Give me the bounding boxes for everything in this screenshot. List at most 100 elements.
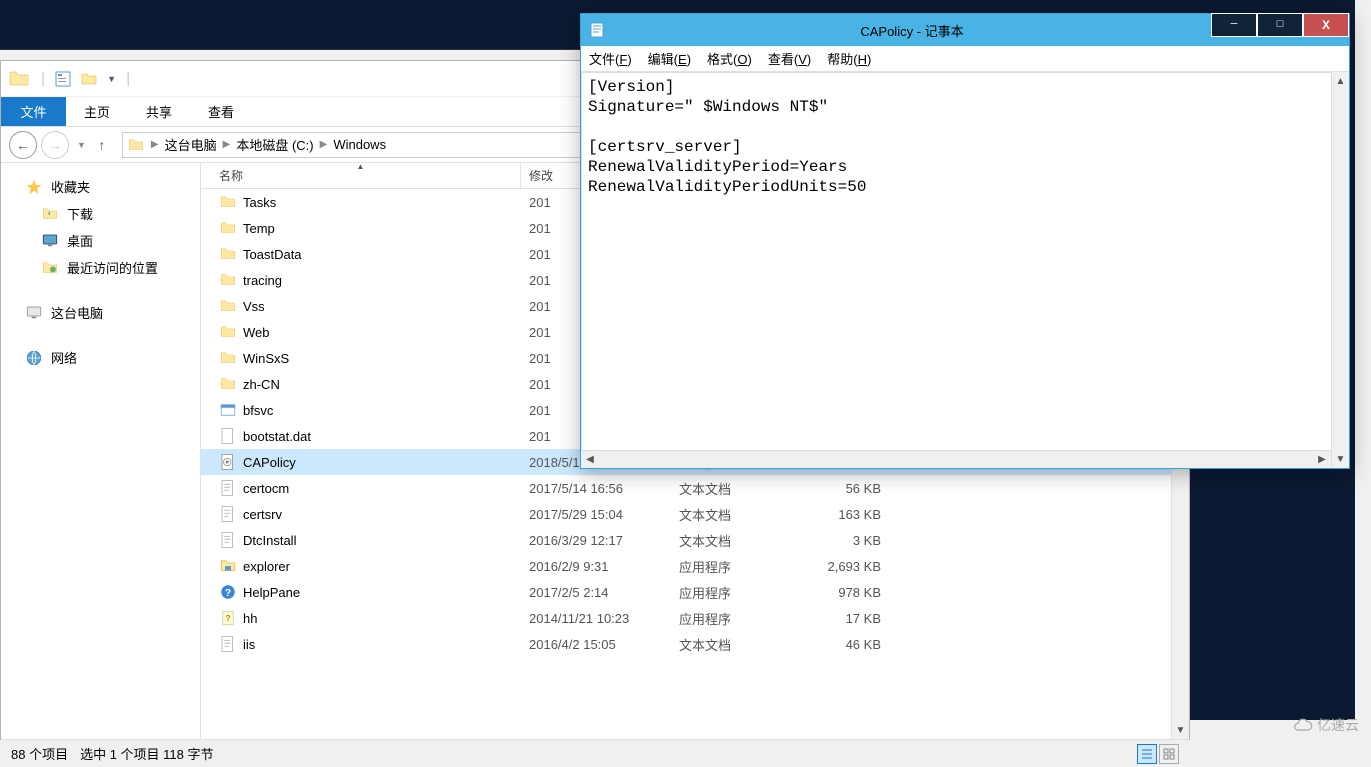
sidebar: 收藏夹 下载 桌面 最近访问的位置 这台电脑	[1, 163, 201, 739]
quick-access-toolbar: | ▼ |	[41, 70, 130, 88]
sidebar-item-label: 收藏夹	[51, 177, 90, 196]
menu-view[interactable]: 查看(V)	[768, 49, 811, 68]
desktop-icon	[41, 232, 59, 250]
chevron-right-icon[interactable]: ▶	[223, 139, 231, 150]
tab-view[interactable]: 查看	[190, 97, 252, 126]
scroll-right-icon[interactable]: ▶	[1313, 451, 1331, 468]
qat-separator: |	[41, 70, 45, 88]
file-name: tracing	[243, 273, 282, 288]
file-type: 应用程序	[671, 583, 801, 602]
notepad-titlebar[interactable]: CAPolicy - 记事本 ─ □ X	[581, 14, 1349, 46]
file-row[interactable]: DtcInstall2016/3/29 12:17文本文档3 KB	[201, 527, 1171, 553]
folder-icon	[127, 136, 145, 154]
breadcrumb-item[interactable]: 本地磁盘 (C:)	[236, 135, 313, 154]
file-name: WinSxS	[243, 351, 289, 366]
notepad-title: CAPolicy - 记事本	[613, 21, 1211, 40]
sidebar-item-downloads[interactable]: 下载	[17, 200, 200, 227]
file-size: 17 KB	[801, 611, 901, 626]
breadcrumb-item[interactable]: Windows	[333, 137, 386, 152]
details-view-button[interactable]	[1137, 744, 1157, 764]
file-date: 2014/11/21 10:23	[521, 611, 671, 626]
nav-forward-button: →	[41, 131, 69, 159]
scroll-left-icon[interactable]: ◀	[581, 451, 599, 468]
minimize-button[interactable]: ─	[1211, 13, 1257, 37]
tab-file[interactable]: 文件	[1, 97, 66, 126]
notepad-icon	[589, 22, 605, 38]
file-name: certsrv	[243, 507, 282, 522]
file-size: 3 KB	[801, 533, 901, 548]
file-row[interactable]: ? hh 2014/11/21 10:23应用程序17 KB	[201, 605, 1171, 631]
file-date: 2017/5/14 16:56	[521, 481, 671, 496]
file-name: hh	[243, 611, 257, 626]
properties-icon[interactable]	[55, 71, 71, 87]
menu-format[interactable]: 格式(O)	[707, 49, 752, 68]
menu-help[interactable]: 帮助(H)	[827, 49, 871, 68]
nav-up-button[interactable]: ↑	[90, 133, 114, 157]
tab-share[interactable]: 共享	[128, 97, 190, 126]
file-name: DtcInstall	[243, 533, 296, 548]
menu-file[interactable]: 文件(F)	[589, 49, 632, 68]
notepad-body: [Version] Signature=" $Windows NT$" [cer…	[581, 72, 1349, 468]
file-name: HelpPane	[243, 585, 300, 600]
file-row[interactable]: ?HelpPane2017/2/5 2:14应用程序978 KB	[201, 579, 1171, 605]
sidebar-item-label: 下载	[67, 204, 93, 223]
new-folder-icon[interactable]	[81, 71, 97, 87]
svg-text:?: ?	[225, 587, 231, 599]
sidebar-favorites[interactable]: 收藏夹	[17, 173, 200, 200]
tab-home[interactable]: 主页	[66, 97, 128, 126]
vertical-scrollbar[interactable]: ▲ ▼	[1331, 72, 1349, 468]
file-size: 46 KB	[801, 637, 901, 652]
sort-arrow-icon: ▲	[357, 162, 365, 171]
file-row[interactable]: certocm2017/5/14 16:56文本文档56 KB	[201, 475, 1171, 501]
file-date: 2017/2/5 2:14	[521, 585, 671, 600]
sidebar-computer[interactable]: 这台电脑	[17, 299, 200, 326]
menu-edit[interactable]: 编辑(E)	[648, 49, 691, 68]
scroll-track[interactable]	[599, 451, 1313, 468]
notepad-window: CAPolicy - 记事本 ─ □ X 文件(F) 编辑(E) 格式(O) 查…	[580, 13, 1350, 469]
file-name: iis	[243, 637, 255, 652]
breadcrumb-item[interactable]: 这台电脑	[165, 135, 217, 154]
file-row[interactable]: explorer2016/2/9 9:31应用程序2,693 KB	[201, 553, 1171, 579]
file-size: 163 KB	[801, 507, 901, 522]
column-name[interactable]: ▲名称	[201, 163, 521, 188]
file-type: 文本文档	[671, 635, 801, 654]
maximize-button[interactable]: □	[1257, 13, 1303, 37]
close-button[interactable]: X	[1303, 13, 1349, 37]
file-type: 文本文档	[671, 505, 801, 524]
chevron-right-icon[interactable]: ▶	[151, 139, 159, 150]
file-date: 2016/3/29 12:17	[521, 533, 671, 548]
scroll-up-icon[interactable]: ▲	[1332, 72, 1349, 90]
computer-icon	[25, 304, 43, 322]
nav-history-dropdown[interactable]: ▼	[77, 140, 86, 150]
chevron-right-icon[interactable]: ▶	[320, 139, 328, 150]
watermark: 亿速云	[1293, 715, 1359, 735]
file-type: 应用程序	[671, 609, 801, 628]
file-name: Tasks	[243, 195, 276, 210]
icons-view-button[interactable]	[1159, 744, 1179, 764]
svg-text:?: ?	[225, 614, 230, 623]
qat-dropdown-icon[interactable]: ▼	[107, 74, 116, 84]
sidebar-item-label: 这台电脑	[51, 303, 103, 322]
view-switcher	[1137, 744, 1179, 764]
file-name: zh-CN	[243, 377, 280, 392]
sidebar-item-label: 最近访问的位置	[67, 258, 158, 277]
file-type: 应用程序	[671, 557, 801, 576]
file-size: 56 KB	[801, 481, 901, 496]
sidebar-network[interactable]: 网络	[17, 344, 200, 371]
status-bar: 88 个项目 选中 1 个项目 118 字节	[1, 739, 1189, 767]
file-name: bootstat.dat	[243, 429, 311, 444]
network-icon	[25, 349, 43, 367]
sidebar-item-label: 桌面	[67, 231, 93, 250]
notepad-editor[interactable]: [Version] Signature=" $Windows NT$" [cer…	[581, 72, 1331, 450]
downloads-icon	[41, 205, 59, 223]
status-selection: 选中 1 个项目 118 字节	[80, 744, 213, 763]
nav-back-button[interactable]: ←	[9, 131, 37, 159]
sidebar-item-recent[interactable]: 最近访问的位置	[17, 254, 200, 281]
horizontal-scrollbar[interactable]: ◀ ▶	[581, 450, 1331, 468]
file-row[interactable]: certsrv2017/5/29 15:04文本文档163 KB	[201, 501, 1171, 527]
file-row[interactable]: iis2016/4/2 15:05文本文档46 KB	[201, 631, 1171, 657]
file-date: 2016/2/9 9:31	[521, 559, 671, 574]
sidebar-item-desktop[interactable]: 桌面	[17, 227, 200, 254]
scroll-down-icon[interactable]: ▼	[1332, 450, 1349, 468]
scroll-down-icon[interactable]: ▼	[1172, 721, 1189, 739]
